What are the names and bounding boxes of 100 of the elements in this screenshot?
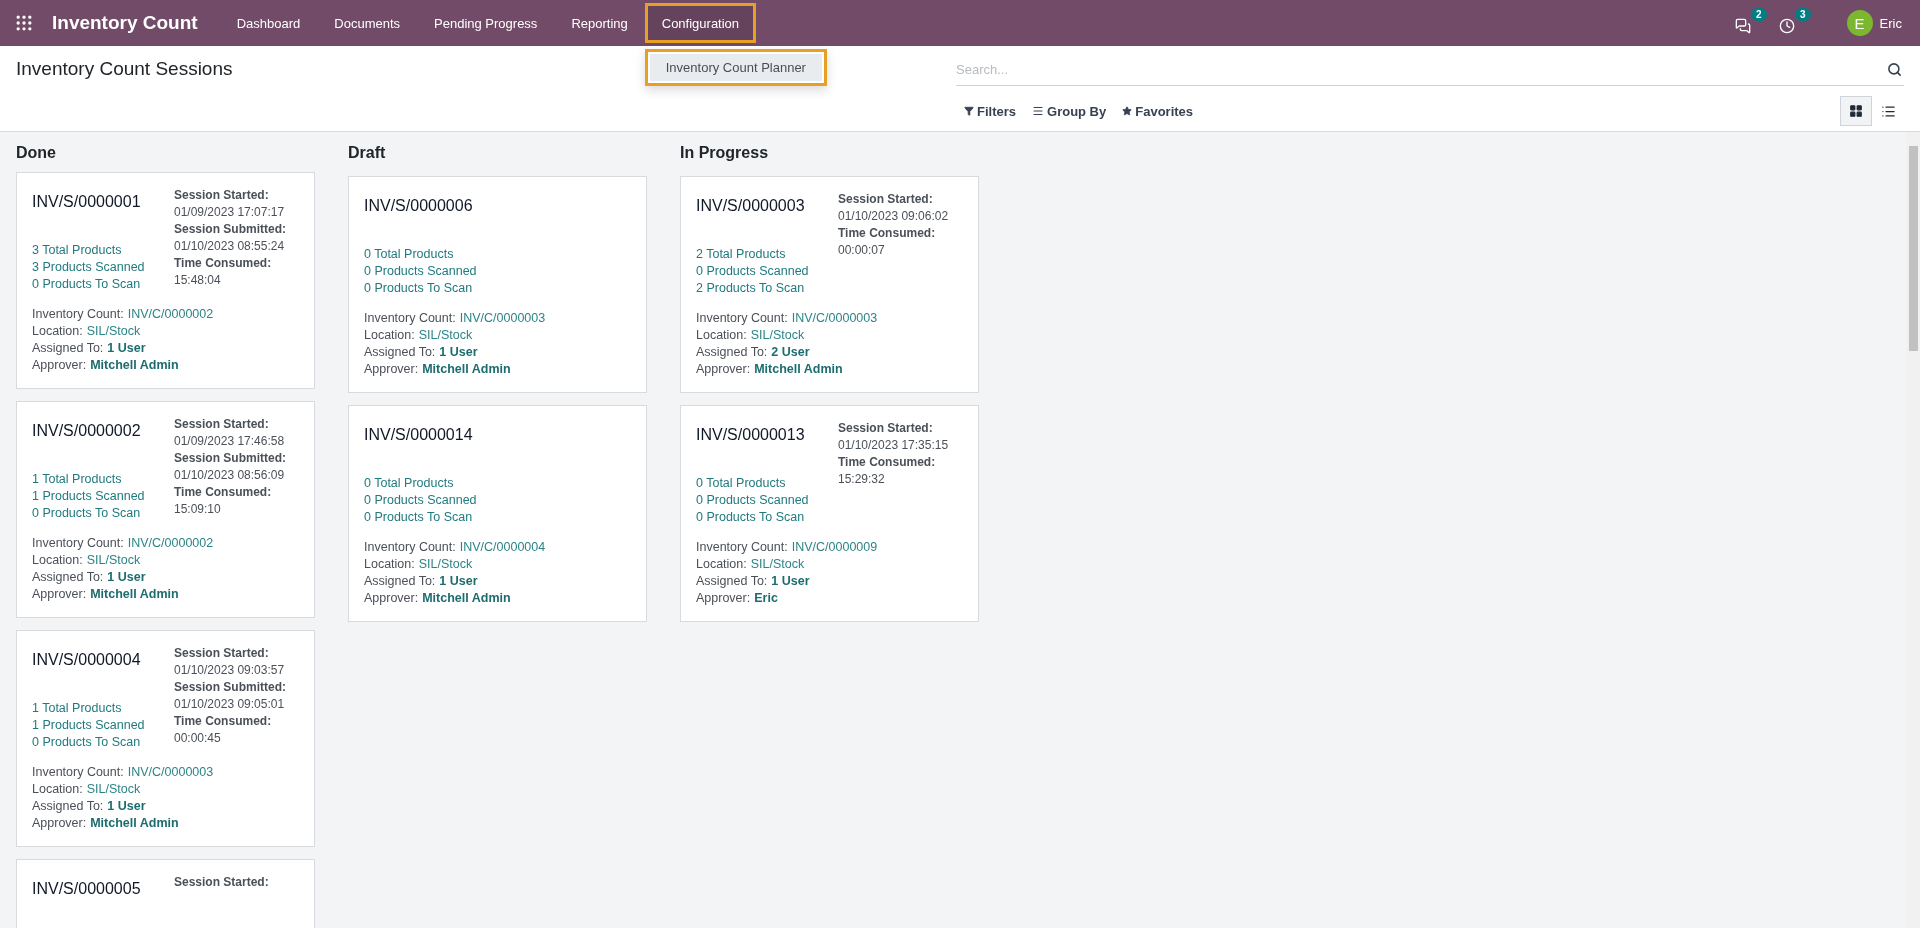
column-title: Done [16,144,57,162]
session-card[interactable]: INV/S/0000014 0 Total Products 0 Products Scanned 0 Products To Scan Inventory Count: INV/C/0000004 Location: SIL/Stock Assigned To: 1 User Approver: Mitchell Admin [348,405,647,622]
session-card[interactable] [16,172,315,389]
field-label: Assigned To: [32,340,104,357]
field-value: 1 User [107,340,146,357]
time-value: 01/10/2023 08:56:09 [174,467,286,484]
time-value: 01/10/2023 17:35:15 [838,437,950,454]
field-link[interactable]: INV/C/0000003 [459,310,546,327]
product-count: 0 Products Scanned [364,492,478,509]
product-count: 1 Total Products [32,471,123,488]
product-count: 1 Total Products [32,700,123,717]
session-card[interactable]: INV/S/0000006 0 Total Products 0 Products Scanned 0 Products To Scan Inventory Count: INV/C/0000003 Location: SIL/Stock Assigned To: 1 User Approver: Mitchell Admin [348,176,647,393]
dropdown-item[interactable]: Inventory Count Planner [649,54,822,81]
field-link[interactable]: SIL/Stock [418,556,473,573]
time-label: Session Submitted: [174,450,287,467]
field-label: Approver: [32,586,87,603]
field-link[interactable]: SIL/Stock [86,552,141,569]
session-reference: INV/S/0000002 [32,422,142,441]
menu-item[interactable]: Documents [317,3,418,43]
apps-menu-button[interactable] [14,13,34,33]
session-reference: INV/S/0000004 [32,651,142,670]
session-card[interactable] [16,630,315,847]
field-value: Mitchell Admin [90,586,179,603]
time-value: 15:29:32 [838,471,886,488]
menu-item[interactable]: Reporting [554,3,645,43]
apps-grid-icon [14,13,34,33]
product-count: 0 Products Scanned [696,492,810,509]
time-label: Session Started: [174,874,270,891]
field-link[interactable]: INV/C/0000003 [127,764,214,781]
field-link[interactable]: SIL/Stock [86,323,141,340]
field-link[interactable]: INV/C/0000002 [127,535,214,552]
field-label: Approver: [364,361,419,378]
field-link[interactable]: SIL/Stock [86,781,141,798]
user-menu[interactable]: E Eric [1840,9,1908,37]
product-count: 3 Products Scanned [32,259,146,276]
time-label: Session Started: [838,420,934,437]
field-label: Location: [32,552,83,569]
time-value: 15:09:10 [174,501,222,518]
session-reference: INV/S/0000006 [364,197,474,216]
product-count: 3 Total Products [32,242,123,259]
filter-label: Filters [977,103,1016,119]
activity-button[interactable]: 3 [1774,8,1811,38]
column-title: In Progress [680,144,770,163]
session-card[interactable]: INV/S/0000005 Session Started: [16,859,315,928]
messages-button[interactable]: 2 [1730,8,1767,38]
session-reference: INV/S/0000014 [364,426,474,445]
scrollbar-thumb[interactable] [1908,146,1918,351]
clock-icon [1778,18,1795,34]
field-link[interactable]: INV/C/0000002 [127,306,214,323]
product-count: 0 Products To Scan [696,509,806,526]
field-link[interactable]: INV/C/0000003 [791,310,878,327]
list-icon [1880,103,1896,119]
field-value: 1 User [439,344,478,361]
time-value: 01/10/2023 08:55:24 [174,238,286,255]
field-value: 1 User [771,573,810,590]
session-card[interactable] [680,405,979,622]
session-reference: INV/S/0000001 [32,193,142,212]
filter-button[interactable]: Filters [956,99,1024,123]
field-label: Approver: [696,361,751,378]
menu-item[interactable]: Pending Progress [417,3,555,43]
time-label: Time Consumed: [838,454,937,471]
field-value: Mitchell Admin [422,361,511,378]
app-name: Inventory Count [52,12,198,34]
field-label: Inventory Count: [364,310,456,327]
session-card[interactable] [680,176,979,393]
page-title: Inventory Count Sessions [16,58,233,80]
menu-item[interactable]: Dashboard [219,3,318,43]
search-button[interactable] [1885,60,1904,79]
field-value: Mitchell Admin [90,815,179,832]
session-reference: INV/S/0000013 [696,426,806,445]
user-name: Eric [1879,15,1902,31]
field-label: Inventory Count: [32,306,124,323]
field-label: Location: [32,323,83,340]
time-label: Session Started: [838,191,934,208]
field-link[interactable]: SIL/Stock [418,327,473,344]
star-icon [1122,106,1133,116]
menu-item[interactable]: Configuration [644,3,757,43]
time-value: 00:00:07 [838,242,886,259]
scrollbar[interactable] [1906,132,1920,928]
field-label: Inventory Count: [364,539,456,556]
filter-button[interactable]: Favorites [1114,99,1202,123]
session-reference: INV/S/0000003 [696,197,806,216]
chat-icon [1734,18,1751,34]
product-count: 0 Products To Scan [364,280,474,297]
time-label: Session Submitted: [174,221,287,238]
field-link[interactable]: INV/C/0000009 [791,539,878,556]
search-icon [1887,62,1902,77]
product-count: 2 Products To Scan [696,280,806,297]
field-link[interactable]: SIL/Stock [750,556,805,573]
view-switch-button[interactable] [1840,96,1872,126]
grid-icon [1849,104,1863,118]
session-card[interactable] [16,401,315,618]
field-value: Mitchell Admin [754,361,843,378]
field-link[interactable]: INV/C/0000004 [459,539,546,556]
product-count: 1 Products Scanned [32,488,146,505]
user-avatar: E [1846,10,1873,36]
field-link[interactable]: SIL/Stock [750,327,805,344]
field-label: Approver: [32,357,87,374]
filter-button[interactable]: Group By [1024,99,1115,123]
field-value: 1 User [107,569,146,586]
